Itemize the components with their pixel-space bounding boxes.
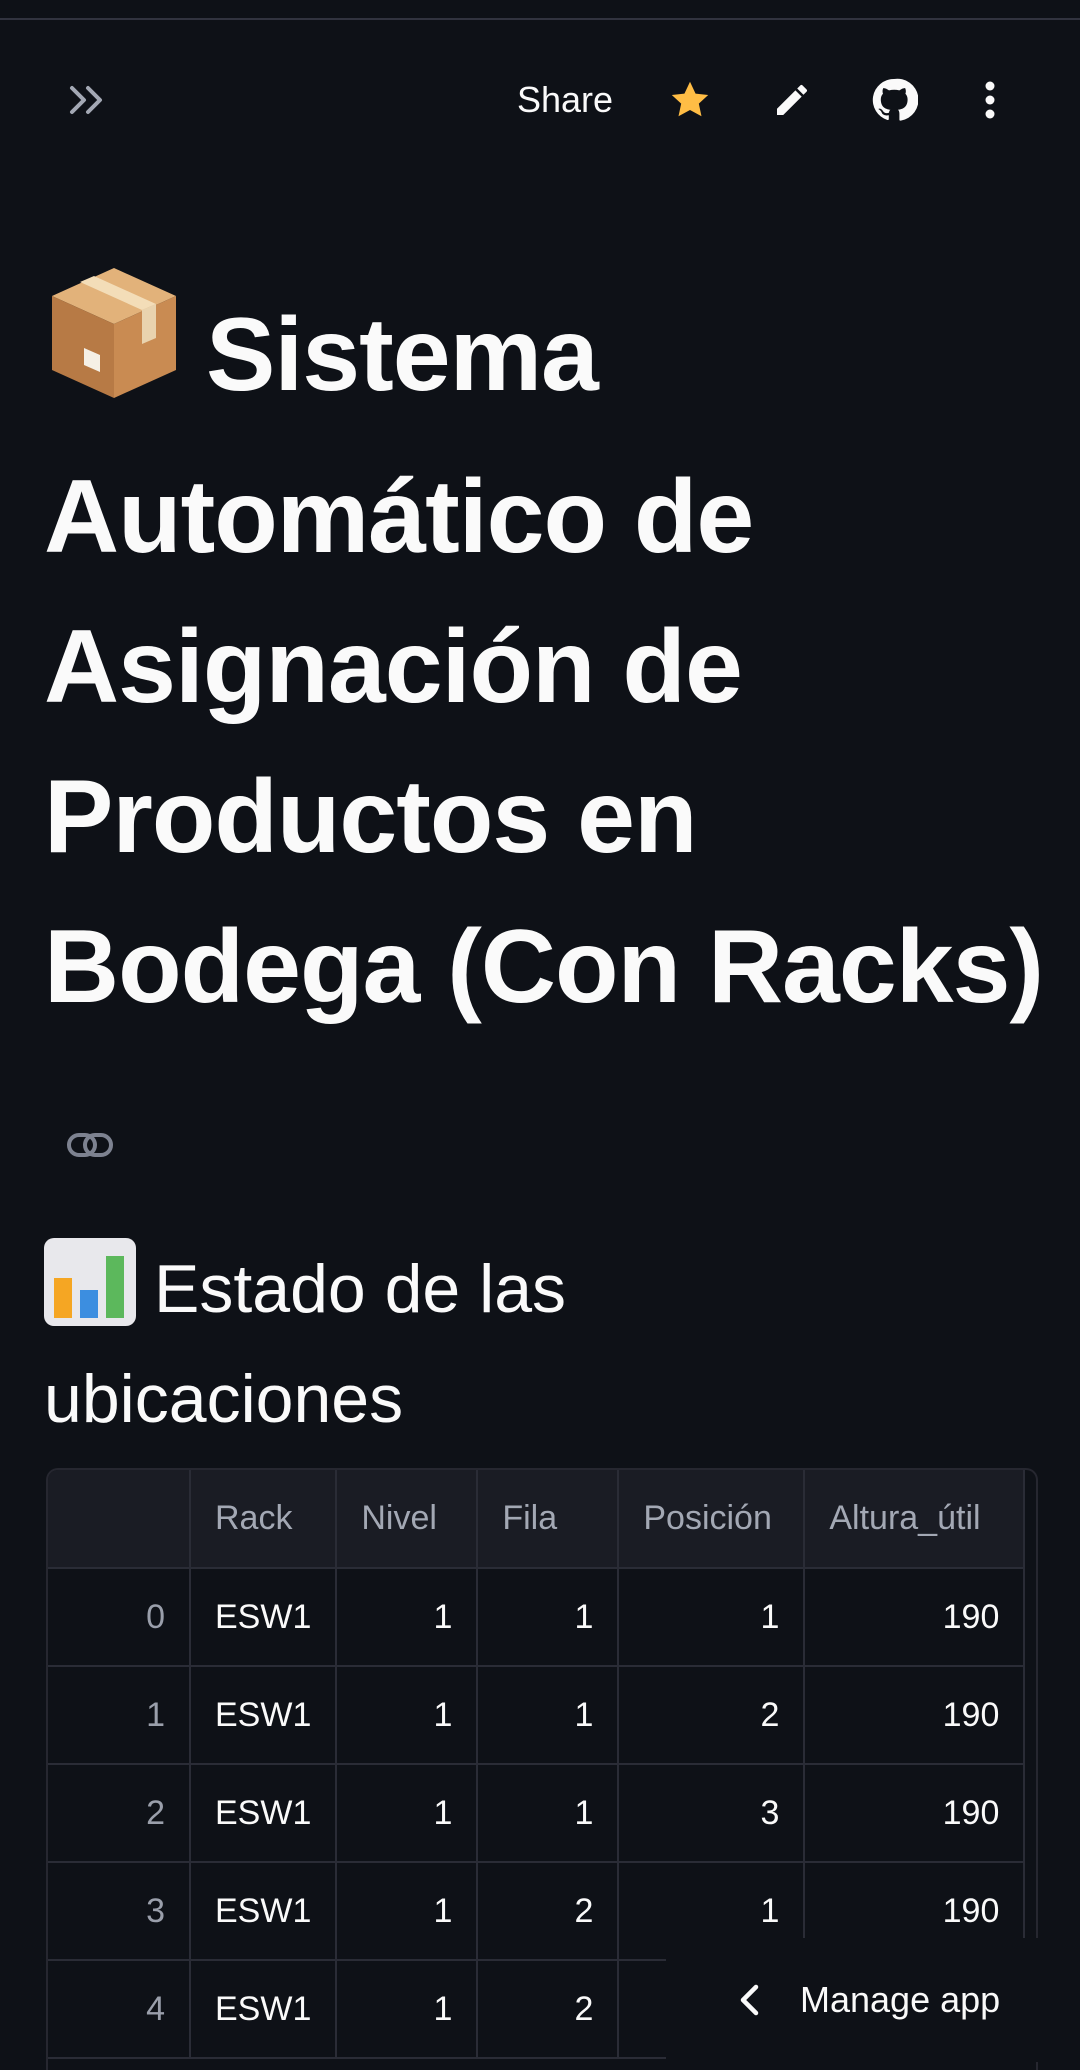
column-header-altura-util[interactable]: Altura_útil [804,1470,1026,1569]
package-box-icon [44,262,184,442]
cell-rack[interactable]: ESW1 [190,1960,338,2059]
share-button[interactable]: Share [500,60,630,140]
bar-chart-icon [44,1238,136,1351]
more-vertical-icon [985,81,995,119]
table-row[interactable]: 2 ESW1 1 1 3 190 [48,1764,1026,1863]
github-icon [872,78,918,121]
pencil-icon [777,84,807,115]
cell-posicion[interactable]: 2 [618,1666,806,1765]
column-header-posicion[interactable]: Posición [618,1470,806,1569]
favorite-button[interactable] [660,60,720,140]
manage-app-button[interactable]: Manage app [666,1938,1080,2062]
cell-rack[interactable]: ESW1 [190,1764,338,1863]
cell-rack[interactable]: ESW1 [190,1568,338,1667]
cell-nivel[interactable]: 1 [336,1862,479,1961]
cell-fila[interactable]: 2 [477,1862,620,1961]
expand-sidebar-icon [70,86,102,114]
cell-fila[interactable]: 1 [477,1764,620,1863]
cell-nivel[interactable]: 1 [336,1764,479,1863]
github-button[interactable] [864,60,924,140]
top-border [0,0,1080,20]
cell-posicion[interactable]: 3 [618,1764,806,1863]
row-index: 0 [48,1568,191,1667]
cell-fila[interactable]: 1 [477,1568,620,1667]
column-header-nivel[interactable]: Nivel [336,1470,479,1569]
page-title-text: Sistema Automático de Asignación de Prod… [44,297,1044,1025]
cell-altura-util[interactable]: 190 [804,1568,1026,1667]
table-row[interactable]: 0 ESW1 1 1 1 190 [48,1568,1026,1667]
link-anchor-icon[interactable] [66,1050,114,1200]
row-index: 2 [48,1764,191,1863]
cell-rack[interactable]: ESW1 [190,1666,338,1765]
row-index: 4 [48,1960,191,2059]
cell-nivel[interactable]: 1 [336,1568,479,1667]
column-header-fila[interactable]: Fila [477,1470,620,1569]
expand-sidebar-button[interactable] [52,60,128,140]
main-menu-button[interactable] [962,60,1018,140]
star-icon [671,81,709,117]
cell-posicion[interactable]: 1 [618,1568,806,1667]
column-header-index[interactable] [48,1470,191,1569]
chevron-left-icon [740,1984,759,2016]
cell-altura-util[interactable]: 190 [804,1764,1026,1863]
edit-button[interactable] [762,60,822,140]
row-index: 1 [48,1666,191,1765]
cell-fila[interactable]: 1 [477,1666,620,1765]
table-header-row: Rack Nivel Fila Posición Altura_útil [48,1470,1026,1569]
cell-rack[interactable]: ESW1 [190,1862,338,1961]
manage-app-label: Manage app [800,1979,1001,2020]
table-row[interactable]: 1 ESW1 1 1 2 190 [48,1666,1026,1765]
cell-nivel[interactable]: 1 [336,1666,479,1765]
column-header-rack[interactable]: Rack [190,1470,338,1569]
cell-fila[interactable]: 2 [477,1960,620,2059]
section-heading: Estado de las ubicaciones [44,1238,944,1447]
cell-altura-util[interactable]: 190 [804,1666,1026,1765]
row-index: 3 [48,1862,191,1961]
app-toolbar: Share [0,60,1080,140]
page-title: Sistema Automático de Asignación de Prod… [44,262,1044,1200]
cell-nivel[interactable]: 1 [336,1960,479,2059]
